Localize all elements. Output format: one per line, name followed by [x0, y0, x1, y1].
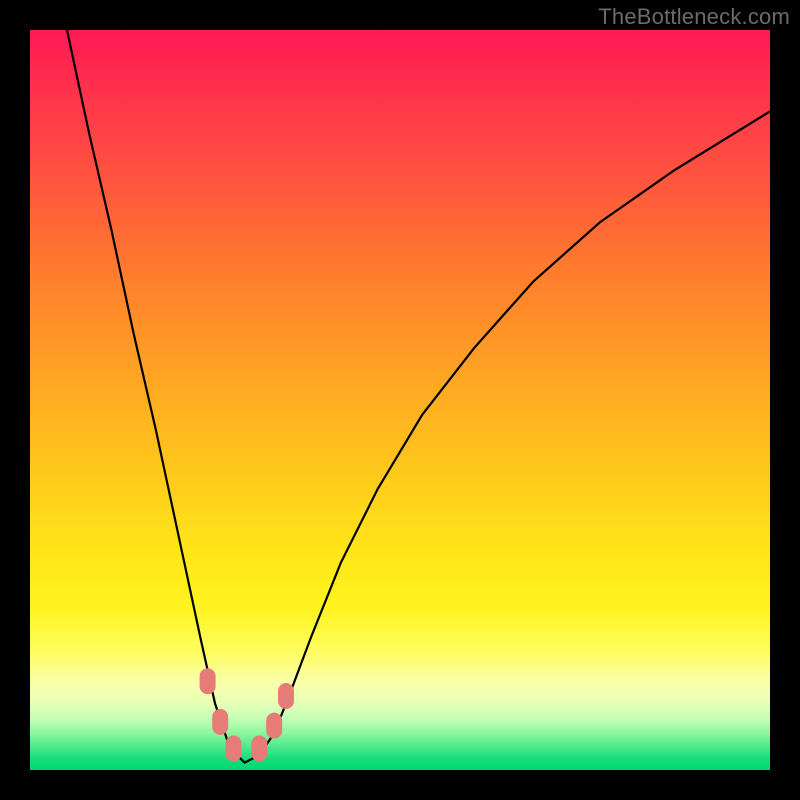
curve-marker [266, 713, 282, 739]
curve-marker [226, 736, 242, 762]
curve-markers [200, 668, 294, 761]
curve-marker [200, 668, 216, 694]
watermark-text: TheBottleneck.com [598, 4, 790, 30]
bottleneck-curve [67, 30, 770, 763]
plot-area [30, 30, 770, 770]
curve-marker [278, 683, 294, 709]
chart-frame: TheBottleneck.com [0, 0, 800, 800]
curve-marker [251, 736, 267, 762]
curve-marker [212, 709, 228, 735]
chart-svg [30, 30, 770, 770]
